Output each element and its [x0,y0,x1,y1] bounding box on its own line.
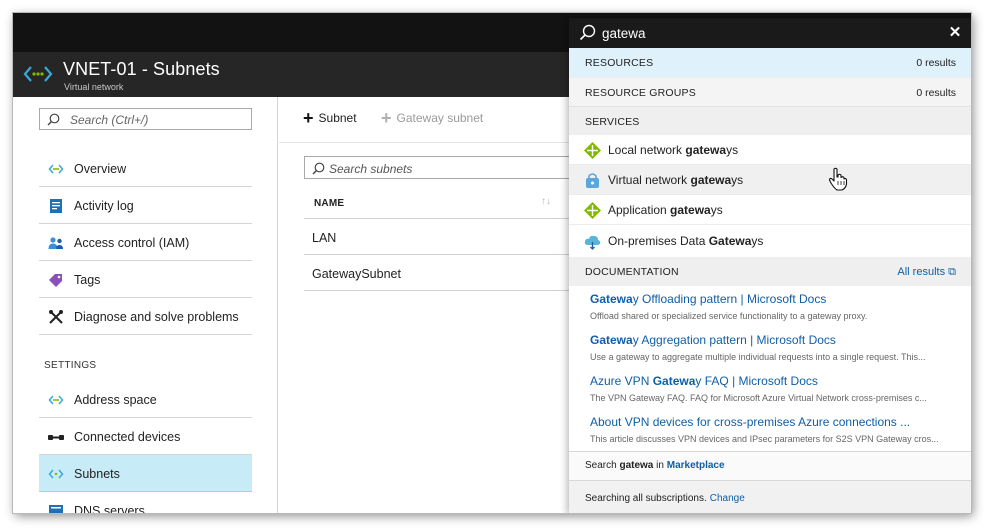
resource-groups-section[interactable]: RESOURCE GROUPS 0 results [569,77,971,106]
address-space-icon [48,395,64,405]
nav-item-label: Access control (IAM) [74,236,190,250]
table-row[interactable]: LAN [304,219,604,255]
nav-item-label: Subnets [74,467,120,481]
dns-icon [49,505,63,513]
blade-subtitle: Virtual network [64,82,124,92]
nav-item-dns-servers[interactable]: DNS servers [39,492,252,513]
nav-item-tags[interactable]: Tags [39,261,252,298]
nav-item-label: DNS servers [74,504,145,513]
vnet-overview-icon [48,164,64,174]
section-label: RESOURCE GROUPS [585,87,696,99]
external-link-icon: ⧉ [948,266,956,278]
search-icon [579,24,596,41]
wrench-icon [49,310,63,324]
nav-item-label: Overview [74,162,127,176]
menu-search-box[interactable] [39,108,252,130]
nav-item-overview[interactable]: Overview [39,150,252,187]
result-count: 0 results [916,57,956,69]
service-result[interactable]: On-premises Data Gateways [569,226,971,256]
sort-arrows-icon[interactable]: ↑↓ [541,196,551,207]
local-network-gateway-icon [584,142,601,159]
service-result[interactable]: Virtual network gateways [569,165,971,195]
global-search-input[interactable] [602,25,922,41]
service-label: On-premises Data Gateways [608,234,764,248]
marketplace-search-row: Search gatewa in Marketplace [569,451,971,480]
doc-description: This article discusses VPN devices and I… [590,434,939,444]
subnet-search-input[interactable] [329,161,589,176]
doc-description: Use a gateway to aggregate multiple indi… [590,352,926,362]
add-subnet-button[interactable]: + Subnet [303,108,357,129]
search-icon [312,162,325,175]
result-count: 0 results [916,87,956,99]
doc-result[interactable]: Azure VPN Gateway FAQ | Microsoft Docs T… [590,374,960,403]
nav-item-connected-devices[interactable]: Connected devices [39,418,252,455]
doc-title: Gateway Offloading pattern | Microsoft D… [590,292,827,306]
nav-item-address-space[interactable]: Address space [39,381,252,418]
global-search-dropdown: ✕ RESOURCES 0 results RESOURCE GROUPS 0 … [569,18,971,513]
hand-pointer-cursor-icon [828,167,848,191]
doc-result[interactable]: About VPN devices for cross-premises Azu… [590,415,960,444]
add-gateway-subnet-label: Gateway subnet [396,111,484,125]
services-section: SERVICES [569,106,971,135]
nav-item-label: Diagnose and solve problems [74,310,239,324]
connected-devices-icon [48,435,64,440]
virtual-network-gateway-icon [586,173,599,188]
doc-description: Offload shared or specialized service fu… [590,311,868,321]
subnets-table-header: NAME ↑↓ [304,186,604,219]
subnet-name-cell: GatewaySubnet [312,267,401,281]
tag-icon [49,274,62,287]
doc-description: The VPN Gateway FAQ. FAQ for Microsoft A… [590,393,927,403]
subnet-name-cell: LAN [312,231,337,245]
nav-item-diagnose[interactable]: Diagnose and solve problems [39,298,252,335]
table-row[interactable]: GatewaySubnet [304,255,604,291]
plus-icon: + [303,108,314,128]
doc-title: Azure VPN Gateway FAQ | Microsoft Docs [590,374,818,388]
service-label: Virtual network gateways [608,173,744,187]
search-scope-footer: Searching all subscriptions. Change [569,480,971,513]
section-label: RESOURCES [585,57,654,69]
blade-title: VNET-01 - Subnets [63,59,220,79]
change-subscriptions-link[interactable]: Change [710,493,745,504]
close-icon[interactable]: ✕ [946,24,964,42]
add-gateway-subnet-button[interactable]: + Gateway subnet [381,108,483,129]
application-gateway-icon [584,202,601,219]
doc-result[interactable]: Gateway Aggregation pattern | Microsoft … [590,333,960,362]
nav-item-access-control[interactable]: Access control (IAM) [39,224,252,261]
nav-item-label: Activity log [74,199,134,213]
column-header-name[interactable]: NAME [314,198,344,209]
nav-item-subnets[interactable]: Subnets [39,455,252,492]
section-label: SERVICES [585,116,640,128]
iam-users-icon [48,237,63,249]
all-results-link[interactable]: All results ⧉ [897,266,956,279]
search-icon [47,113,60,126]
nav-item-label: Connected devices [74,430,181,444]
marketplace-link[interactable]: Marketplace [667,460,725,471]
service-label: Application gateways [608,203,723,217]
service-result[interactable]: Application gateways [569,195,971,225]
virtual-network-icon [23,66,53,82]
resource-menu: Overview Activity log Access control (IA… [13,97,278,513]
service-label: Local network gateways [608,143,739,157]
settings-section-header: SETTINGS [44,360,97,371]
add-subnet-label: Subnet [318,111,357,125]
documentation-section: DOCUMENTATION All results ⧉ [569,257,971,286]
doc-title: About VPN devices for cross-premises Azu… [590,415,911,429]
nav-item-label: Address space [74,393,157,407]
activity-log-icon [50,199,62,213]
resources-section[interactable]: RESOURCES 0 results [569,48,971,77]
menu-search-input[interactable] [70,112,245,127]
section-label: DOCUMENTATION [585,266,679,278]
azure-portal-window: VNET-01 - Subnets Virtual network Overvi… [13,13,971,513]
subnet-icon [48,469,64,479]
service-result[interactable]: Local network gateways [569,135,971,165]
subnet-search-box[interactable] [304,156,604,179]
nav-item-activity-log[interactable]: Activity log [39,187,252,224]
doc-title: Gateway Aggregation pattern | Microsoft … [590,333,836,347]
plus-icon: + [381,108,392,128]
nav-item-label: Tags [74,273,101,287]
global-search-bar[interactable]: ✕ [569,18,971,48]
doc-result[interactable]: Gateway Offloading pattern | Microsoft D… [590,292,960,321]
data-gateway-cloud-icon [584,235,601,250]
